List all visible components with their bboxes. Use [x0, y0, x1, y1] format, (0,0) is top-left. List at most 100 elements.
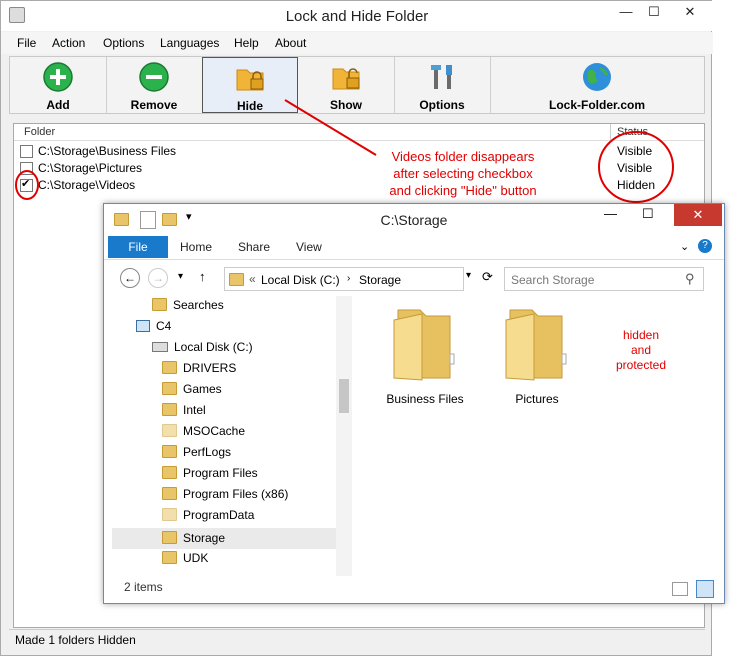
options-button[interactable]: Options [394, 57, 491, 113]
note-line: protected [615, 358, 667, 372]
add-label: Add [46, 98, 70, 112]
nav-scrollbar[interactable] [336, 296, 352, 576]
nav-item-local-disk[interactable]: Local Disk (C:) [152, 340, 253, 361]
maximize-button[interactable]: ☐ [641, 1, 667, 23]
column-folder[interactable]: Folder [24, 126, 55, 138]
breadcrumb-local-disk[interactable]: Local Disk (C:) [261, 273, 340, 287]
menu-help[interactable]: Help [234, 36, 259, 50]
navigation-pane[interactable]: Searches C4 Local Disk (C:) DRIVERS Game… [112, 296, 352, 576]
up-icon[interactable]: ↑ [199, 269, 206, 284]
minimize-button[interactable]: — [611, 1, 641, 23]
list-header: Folder Status [14, 124, 704, 141]
folder-icon [162, 403, 177, 416]
globe-icon [583, 63, 611, 91]
ribbon-expand-icon[interactable]: ⌄ [680, 240, 689, 253]
menu-options[interactable]: Options [103, 36, 144, 50]
folder-icon [162, 531, 177, 544]
search-box[interactable]: Search Storage ⚲ [504, 267, 704, 291]
explorer-status-bar: 2 items [104, 576, 724, 603]
menu-about[interactable]: About [275, 36, 306, 50]
folder-icon [505, 309, 567, 381]
menu-action[interactable]: Action [52, 36, 85, 50]
close-button[interactable]: ✕ [674, 204, 722, 226]
row-checkbox[interactable] [20, 177, 33, 192]
row-status: Hidden [617, 178, 656, 192]
folder-icon [162, 382, 177, 395]
nav-label: PerfLogs [183, 445, 232, 459]
add-button[interactable]: Add [10, 57, 107, 113]
nav-label: UDK [183, 551, 209, 565]
window-title: Lock and Hide Folder [285, 8, 429, 25]
nav-item-intel[interactable]: Intel [162, 403, 206, 424]
nav-item-perflogs[interactable]: PerfLogs [162, 445, 231, 466]
nav-item-searches[interactable]: Searches [152, 298, 224, 319]
nav-label: Searches [173, 298, 224, 312]
tab-home[interactable]: Home [180, 240, 212, 254]
explorer-title-bar: ▾ C:\Storage — ☐ ✕ [104, 204, 724, 234]
list-row[interactable]: C:\Storage\Business Files Visible [20, 143, 700, 160]
maximize-button[interactable]: ☐ [642, 206, 654, 222]
folder-icon [162, 551, 177, 564]
menu-languages[interactable]: Languages [160, 36, 219, 50]
address-dropdown-icon[interactable]: ▾ [466, 270, 471, 281]
menu-bar: File Action Options Languages Help About [1, 32, 713, 54]
callout-line: Videos folder disappears [391, 149, 535, 164]
website-label: Lock-Folder.com [548, 98, 646, 112]
ribbon-tabs: File Home Share View ⌄ ? [104, 235, 724, 260]
item-count: 2 items [124, 580, 163, 594]
nav-item-udk[interactable]: UDK [162, 551, 208, 572]
folder-icon [162, 508, 177, 521]
nav-item-storage-content: Storage [162, 531, 225, 545]
hide-button[interactable]: Hide [202, 57, 298, 113]
row-checkbox[interactable] [20, 162, 33, 175]
tab-file[interactable]: File [108, 236, 168, 258]
help-icon[interactable]: ? [698, 239, 712, 253]
tab-share[interactable]: Share [238, 240, 270, 254]
tab-view[interactable]: View [296, 240, 322, 254]
list-row[interactable]: C:\Storage\Pictures Visible [20, 160, 700, 177]
row-checkbox[interactable] [20, 145, 33, 158]
nav-item-programdata[interactable]: ProgramData [162, 508, 254, 529]
breadcrumb-storage[interactable]: Storage [359, 273, 401, 287]
item-business-files[interactable]: Business Files [370, 302, 480, 422]
breadcrumb-separator-icon[interactable]: › [347, 273, 350, 284]
nav-label: C4 [156, 319, 172, 333]
column-status[interactable]: Status [617, 126, 648, 138]
row-path: C:\Storage\Pictures [38, 161, 143, 175]
nav-item-c4[interactable]: C4 [136, 319, 171, 340]
recent-locations-icon[interactable]: ▾ [178, 271, 183, 282]
remove-button[interactable]: Remove [106, 57, 203, 113]
note-line: hidden [622, 328, 660, 342]
row-path: C:\Storage\Videos [38, 178, 136, 192]
refresh-icon[interactable]: ⟳ [482, 269, 493, 285]
callout-line: and clicking "Hide" button [389, 183, 537, 198]
breadcrumb-overflow-icon[interactable]: « [249, 272, 256, 286]
nav-item-storage[interactable]: Storage [112, 528, 336, 549]
list-row[interactable]: C:\Storage\Videos Hidden [20, 177, 700, 194]
row-path: C:\Storage\Business Files [38, 144, 177, 158]
folder-icon [162, 487, 177, 500]
details-view-icon[interactable] [672, 582, 688, 596]
nav-label: Local Disk (C:) [174, 340, 253, 354]
menu-file[interactable]: File [17, 36, 36, 50]
show-button[interactable]: Show [298, 57, 395, 113]
nav-item-games[interactable]: Games [162, 382, 222, 403]
nav-scrollbar-thumb[interactable] [339, 379, 349, 413]
nav-label: Program Files (x86) [183, 487, 289, 501]
address-bar[interactable]: « Local Disk (C:) › Storage [224, 267, 464, 291]
item-label: Pictures [515, 392, 559, 406]
large-icons-view-icon[interactable] [696, 580, 714, 598]
nav-item-program-files-x86[interactable]: Program Files (x86) [162, 487, 288, 508]
item-pictures[interactable]: Pictures [482, 302, 592, 422]
show-label: Show [330, 98, 362, 112]
minimize-button[interactable]: — [604, 206, 617, 221]
nav-item-msocache[interactable]: MSOCache [162, 424, 245, 445]
nav-item-drivers[interactable]: DRIVERS [162, 361, 236, 382]
website-button[interactable]: Lock-Folder.com [490, 57, 704, 113]
nav-item-program-files[interactable]: Program Files [162, 466, 258, 487]
back-icon[interactable]: ← [120, 268, 140, 288]
search-icon[interactable]: ⚲ [685, 271, 695, 287]
file-view[interactable]: Business Files Pictures hidden and prote… [360, 296, 720, 576]
close-button[interactable]: ✕ [669, 1, 711, 23]
forward-icon[interactable]: → [148, 268, 168, 288]
